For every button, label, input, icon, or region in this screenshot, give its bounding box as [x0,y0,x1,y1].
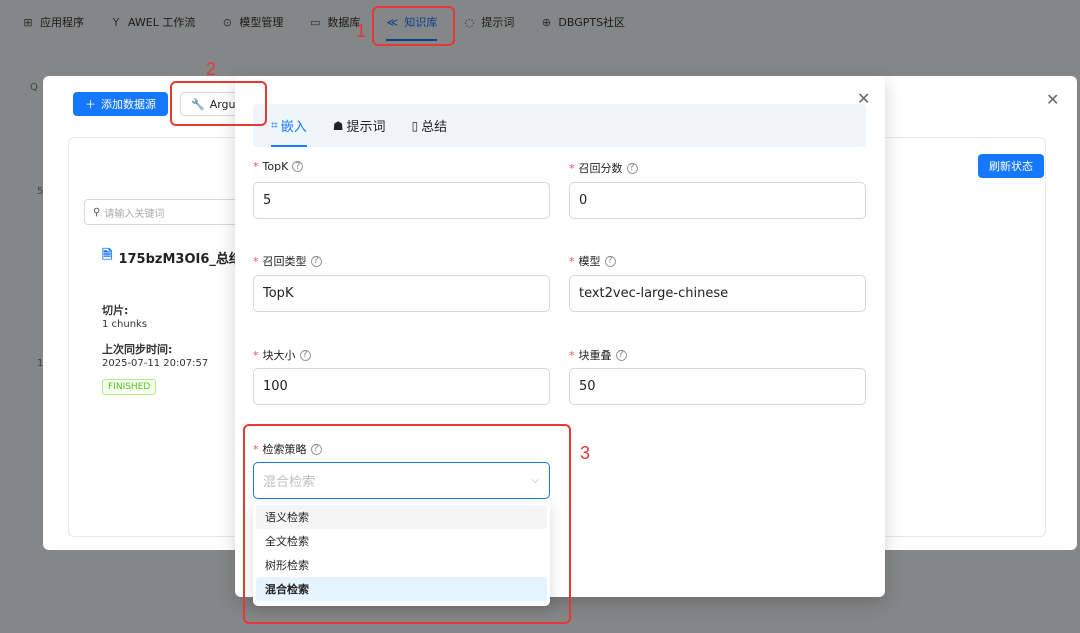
side-search-icon: Q [30,82,38,93]
recall-type-label: * 召回类型? [253,253,322,269]
close-icon[interactable]: ✕ [1046,90,1059,109]
tab-embed[interactable]: ⌗ 嵌入 [271,104,307,147]
recall-score-label: * 召回分数? [569,160,638,176]
tab-label: 总结 [421,120,448,135]
model-label: * 模型? [569,253,616,269]
status-badge: FINISHED [102,379,157,395]
annotation-number-3: 3 [580,443,591,463]
arguments-tabs: ⌗ 嵌入 ☗ 提示词 ▯ 总结 [253,104,866,147]
chunk-overlap-label: * 块重叠? [569,347,627,363]
help-icon[interactable]: ? [626,162,638,174]
topk-label: * TopK? [253,160,304,173]
help-icon[interactable]: ? [604,255,616,267]
plus-icon: ＋ [85,98,96,111]
tab-label: 嵌入 [280,120,307,135]
chunks-value: 1 chunks [102,319,148,330]
help-icon[interactable]: ? [615,349,627,361]
add-datasource-button[interactable]: ＋ 添加数据源 [73,92,168,116]
tab-summary[interactable]: ▯ 总结 [412,104,448,147]
keyword-search-input[interactable]: ⚲ 请输入关键词 [84,199,244,225]
sync-value: 2025-07-11 20:07:57 [102,358,209,369]
chunk-size-label: * 块大小? [253,347,311,363]
annotation-box-3 [243,424,571,624]
summary-icon: ▯ [411,118,419,133]
help-icon[interactable]: ? [292,161,304,172]
annotation-number-1: 1 [356,21,367,41]
chunk-overlap-input[interactable]: 50 [569,368,866,405]
recall-score-input[interactable]: 0 [569,182,866,219]
tab-label: 提示词 [346,120,386,135]
document-title-text: 175bzM3OI6_总结报告 [118,251,237,267]
annotation-number-2: 2 [206,59,217,79]
recall-type-input[interactable]: TopK [253,275,550,312]
add-datasource-label: 添加数据源 [101,98,156,111]
help-icon[interactable]: ? [310,255,322,267]
sync-label: 上次同步时间: [102,343,173,356]
annotation-box-1 [372,6,455,46]
tab-prompt-tab[interactable]: ☗ 提示词 [333,104,386,147]
help-icon[interactable]: ? [299,349,311,361]
search-placeholder: 请输入关键词 [104,208,165,220]
refresh-status-button[interactable]: 刷新状态 [978,154,1044,178]
chunks-label: 切片: [102,304,129,317]
topk-input[interactable]: 5 [253,182,550,219]
embed-icon: ⌗ [271,118,278,132]
model-input[interactable]: text2vec-large-chinese [569,275,866,312]
chunk-size-input[interactable]: 100 [253,368,550,405]
document-title[interactable]: 🗎 175bzM3OI6_总结报告 [102,246,237,268]
search-icon: ⚲ [93,206,101,218]
document-icon: 🗎 [102,248,113,263]
prompt-tab-icon: ☗ [332,118,344,133]
annotation-box-2 [170,81,267,126]
